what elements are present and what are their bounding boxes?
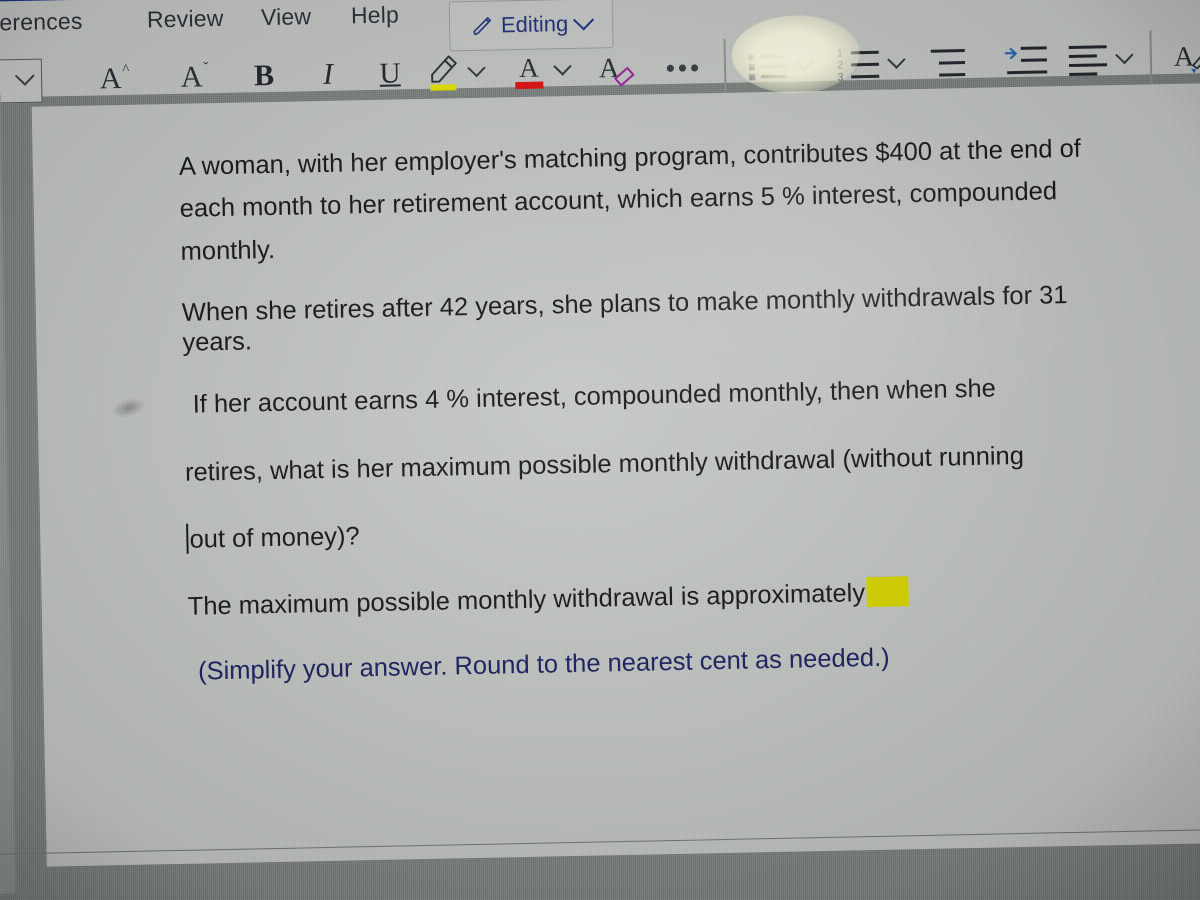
bulleted-list-dropdown[interactable] (792, 43, 817, 87)
italic-button[interactable]: I (308, 52, 349, 97)
tab-view[interactable]: View (261, 3, 312, 31)
font-size-selector[interactable]: 14 (0, 58, 43, 105)
paragraph-question-line2: retires, what is her maximum possible mo… (184, 441, 1025, 487)
highlight-color-dropdown[interactable] (464, 50, 489, 94)
clear-formatting-button[interactable]: A (592, 45, 637, 94)
svg-text:3: 3 (837, 71, 843, 83)
multilevel-list-icon (930, 49, 966, 77)
caret-up-glyph: ^ (122, 61, 130, 78)
bulleted-list-icon (748, 54, 788, 81)
numbered-list-button[interactable]: 1 2 3 (834, 40, 887, 89)
styles-icon: A (1173, 41, 1200, 74)
answer-input-blank[interactable] (866, 575, 910, 607)
align-left-icon (1068, 45, 1108, 76)
paragraph-answer-prompt: The maximum possible monthly withdrawal … (187, 567, 1128, 627)
clear-formatting-icon: A (599, 53, 635, 87)
paragraph-question-line3: out of money)? (186, 501, 1127, 561)
pencil-icon (473, 17, 491, 36)
chevron-down-icon (573, 8, 595, 31)
document-body[interactable]: A woman, with her employer's matching pr… (178, 101, 1129, 691)
svg-text:2: 2 (837, 59, 843, 71)
font-color-icon: A (515, 53, 544, 90)
paragraph-question-line3-text: out of money)? (189, 522, 360, 554)
shrink-font-button[interactable]: A ˇ (172, 55, 217, 100)
increase-indent-icon (1004, 46, 1048, 75)
chevron-down-icon (1114, 45, 1134, 64)
numbered-list-icon: 1 2 3 (837, 47, 880, 84)
editing-mode-label: Editing (500, 11, 569, 38)
tab-review[interactable]: Review (147, 5, 224, 34)
bulleted-list-button[interactable] (744, 42, 793, 91)
multilevel-list-button[interactable] (921, 38, 974, 87)
highlight-color-button[interactable] (424, 48, 465, 97)
chevron-down-icon (886, 50, 906, 69)
photographed-screen: References Review View Help Editing 14 A (0, 0, 1200, 900)
grow-font-button[interactable]: A ^ (92, 57, 137, 102)
more-options-icon: ••• (665, 52, 703, 84)
more-options-button[interactable]: ••• (662, 45, 707, 90)
align-dropdown[interactable] (1111, 37, 1136, 81)
svg-text:A: A (1173, 41, 1195, 72)
chevron-down-icon (794, 51, 814, 71)
increase-indent-button[interactable] (1001, 36, 1050, 85)
tab-help[interactable]: Help (351, 1, 400, 29)
tab-references[interactable]: References (0, 8, 83, 37)
chevron-down-icon (552, 56, 572, 76)
font-color-dropdown[interactable] (550, 48, 575, 92)
numbered-list-dropdown[interactable] (884, 41, 909, 85)
svg-text:1: 1 (837, 47, 843, 59)
caret-down-glyph: ˇ (203, 59, 209, 76)
align-button[interactable] (1063, 35, 1112, 84)
paragraph-question-line1: If her account earns 4 % interest, compo… (192, 374, 997, 419)
underline-icon: U (379, 56, 401, 90)
underline-button[interactable]: U (370, 51, 411, 96)
svg-text:A: A (519, 53, 540, 83)
italic-icon: I (322, 57, 334, 91)
chevron-down-icon (466, 58, 486, 77)
paragraph-problem-intro: A woman, with her employer's matching pr… (178, 134, 1082, 266)
font-color-button[interactable]: A (508, 46, 551, 95)
answer-prompt-text: The maximum possible monthly withdrawal … (187, 578, 866, 621)
editing-mode-button[interactable]: Editing (448, 0, 614, 52)
screen-surface: References Review View Help Editing 14 A (0, 0, 1200, 900)
chevron-down-icon (14, 66, 35, 86)
highlight-color-icon (430, 55, 457, 91)
shrink-font-icon: A (180, 60, 203, 94)
ribbon-tab-list: References Review View Help (0, 0, 491, 46)
grow-font-icon: A (99, 61, 122, 96)
paragraph-retirement-horizon: When she retires after 42 years, she pla… (181, 281, 1068, 357)
styles-button[interactable]: A (1167, 33, 1200, 82)
bold-button[interactable]: B (244, 54, 285, 99)
bold-icon: B (253, 58, 275, 93)
